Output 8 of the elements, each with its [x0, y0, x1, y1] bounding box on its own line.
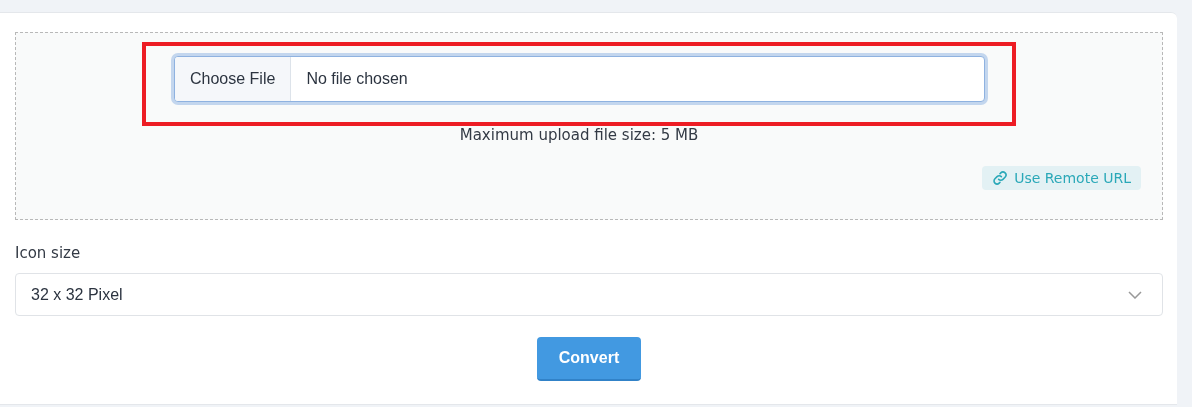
icon-size-select[interactable]: 32 x 32 Pixel: [15, 273, 1163, 316]
icon-size-label: Icon size: [15, 244, 82, 262]
choose-file-button[interactable]: Choose File: [175, 57, 292, 101]
chevron-down-icon: [1128, 290, 1142, 299]
file-input[interactable]: Choose File No file chosen: [174, 56, 985, 102]
upload-limit-text: Maximum upload file size: 5 MB: [458, 126, 700, 144]
file-name-text: No file chosen: [305, 70, 408, 88]
link-icon: [992, 170, 1009, 186]
